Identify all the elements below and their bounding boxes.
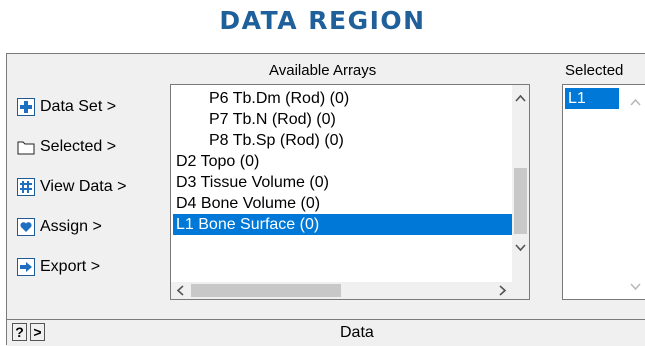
data-set-label: Data Set > [40,98,117,115]
selected-list[interactable]: L1 [562,84,645,300]
scroll-left-icon [176,285,184,296]
scroll-up-icon [515,94,526,102]
list-item[interactable]: D2 Topo (0) [176,151,259,172]
horizontal-scrollbar[interactable] [171,282,512,299]
export-label: Export > [40,258,101,275]
vertical-scrollbar[interactable] [625,85,645,299]
scroll-thumb [514,168,527,234]
next-button[interactable]: > [30,323,45,341]
scroll-thumb [191,284,341,297]
selected-button[interactable]: Selected > [17,134,116,160]
list-item-selected[interactable]: L1 Bone Surface (0) [173,214,518,235]
available-arrays-header: Available Arrays [269,62,377,79]
assign-button[interactable]: Assign > [17,214,102,240]
page-title: DATA REGION [219,6,426,35]
data-set-button[interactable]: Data Set > [17,94,116,120]
status-label: Data [340,324,374,341]
list-item[interactable]: D3 Tissue Volume (0) [176,172,329,193]
scroll-down-icon [630,283,641,291]
help-button[interactable]: ? [12,323,27,341]
scroll-up-icon [630,98,641,106]
scrollbar-corner [512,282,529,299]
view-data-label: View Data > [40,178,127,195]
view-data-button[interactable]: View Data > [17,174,126,200]
selected-header: Selected [565,62,624,79]
available-arrays-list[interactable]: P6 Tb.Dm (Rod) (0) P7 Tb.N (Rod) (0) P8 … [170,84,530,300]
data-region-panel: Available Arrays Selected Data Set > Sel… [6,53,645,346]
folder-icon [17,138,35,156]
list-item[interactable]: P6 Tb.Dm (Rod) (0) [209,88,349,109]
scroll-down-icon [515,244,526,252]
list-item[interactable]: P7 Tb.N (Rod) (0) [209,109,336,130]
list-item-selected[interactable]: L1 [565,88,619,109]
list-item[interactable]: D4 Bone Volume (0) [176,193,320,214]
assign-label: Assign > [40,218,102,235]
plus-icon [17,98,35,116]
arrow-right-icon [17,258,35,276]
list-item[interactable]: P8 Tb.Sp (Rod) (0) [209,130,344,151]
status-bar: ? > Data [7,319,645,346]
scroll-right-icon [499,285,507,296]
export-button[interactable]: Export > [17,254,100,280]
heart-icon [17,218,35,236]
selected-label: Selected > [40,138,117,155]
grid-icon [17,178,35,196]
vertical-scrollbar[interactable] [512,85,529,282]
